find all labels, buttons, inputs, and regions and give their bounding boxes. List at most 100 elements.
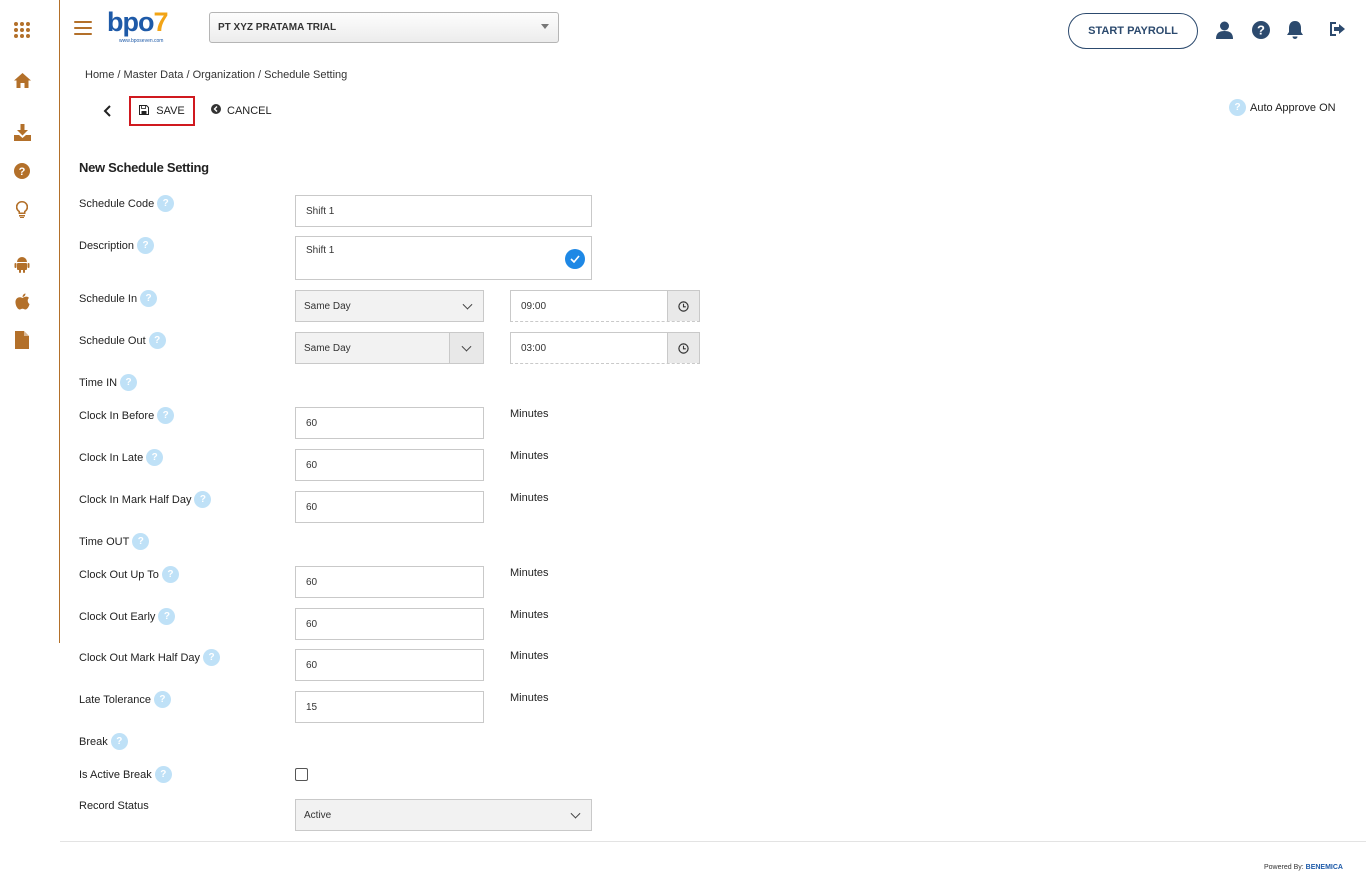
minutes-unit: Minutes [510,692,549,704]
schedule-in-label: Schedule In? [79,290,158,307]
footer-divider [60,841,1366,842]
bpo7-logo[interactable]: bpo7 www.bposeven.com [107,7,187,51]
menu-hamburger-icon[interactable] [74,21,92,35]
record-status-label: Record Status [79,800,149,812]
save-label: SAVE [156,105,185,117]
description-value: Shift 1 [306,245,335,256]
check-circle-icon [565,249,585,269]
schedule-out-time-input[interactable]: 03:00 [510,332,700,364]
help-icon[interactable]: ? [157,407,175,424]
help-icon[interactable]: ? [157,195,175,212]
help-icon[interactable]: ? [158,608,176,625]
help-icon[interactable]: ? [137,237,155,254]
caret-down-icon [541,24,549,29]
clock-in-half-day-label: Clock In Mark Half Day? [79,491,212,508]
schedule-out-time-value: 03:00 [521,342,547,354]
cancel-label: CANCEL [227,104,272,117]
user-icon[interactable] [1216,21,1234,39]
document-icon[interactable] [11,329,33,351]
help-icon[interactable]: ? [203,649,221,666]
lightbulb-icon[interactable] [11,198,33,220]
apple-icon[interactable] [11,290,33,312]
help-icon[interactable]: ? [146,449,164,466]
clock-in-late-input[interactable]: 60 [295,449,484,481]
breadcrumb[interactable]: Home / Master Data / Organization / Sche… [85,69,347,81]
minutes-unit: Minutes [510,650,549,662]
help-icon[interactable]: ? [154,766,172,783]
save-button[interactable]: SAVE [129,96,195,126]
help-icon[interactable]: ? [148,332,166,349]
start-payroll-button[interactable]: START PAYROLL [1068,13,1198,49]
is-active-break-label: Is Active Break? [79,766,172,783]
circle-arrow-left-icon [211,104,221,117]
company-name: PT XYZ PRATAMA TRIAL [218,22,337,33]
clock-out-half-day-label: Clock Out Mark Half Day? [79,649,221,666]
company-select[interactable]: PT XYZ PRATAMA TRIAL [209,12,559,43]
clock-icon[interactable] [667,291,699,321]
help-icon[interactable]: ? [132,533,150,550]
chevron-down-icon [462,299,473,310]
back-chevron-icon[interactable] [101,104,115,118]
help-icon[interactable]: ? [140,290,158,307]
clock-in-before-label: Clock In Before? [79,407,175,424]
help-icon[interactable]: ? [161,566,179,583]
help-icon[interactable]: ? [194,491,212,508]
schedule-code-input[interactable]: Shift 1 [295,195,592,227]
auto-approve-label: Auto Approve ON [1250,101,1336,114]
help-icon[interactable]: ? [110,733,128,750]
clock-icon[interactable] [667,333,699,363]
description-textarea[interactable]: Shift 1 [295,236,592,280]
download-icon[interactable] [11,121,33,143]
clock-out-early-input[interactable]: 60 [295,608,484,640]
minutes-unit: Minutes [510,492,549,504]
page-title: New Schedule Setting [79,160,209,175]
help-circle-icon[interactable]: ? [11,160,33,182]
schedule-in-time-input[interactable]: 09:00 [510,290,700,322]
svg-text:?: ? [1257,23,1265,38]
minutes-unit: Minutes [510,450,549,462]
minutes-unit: Minutes [510,609,549,621]
bell-icon[interactable] [1286,21,1304,39]
schedule-out-label: Schedule Out? [79,332,166,349]
break-label: Break? [79,733,128,750]
description-label: Description? [79,237,155,254]
time-out-label: Time OUT? [79,533,150,550]
schedule-in-time-value: 09:00 [521,300,547,312]
clock-out-up-to-input[interactable]: 60 [295,566,484,598]
auto-approve-status: ? Auto Approve ON [1226,99,1336,116]
help-icon[interactable]: ? [1252,21,1270,39]
benemica-logo[interactable]: BENEMICA [1306,864,1343,871]
clock-in-before-input[interactable]: 60 [295,407,484,439]
help-icon[interactable]: ? [1229,99,1246,116]
logout-icon[interactable] [1329,21,1347,39]
schedule-out-day-value: Same Day [304,342,351,354]
record-status-value: Active [304,809,332,821]
clock-out-early-label: Clock Out Early? [79,608,176,625]
apps-grid-icon[interactable] [11,19,33,41]
rail-divider [59,0,60,643]
minutes-unit: Minutes [510,408,549,420]
schedule-in-day-value: Same Day [304,300,351,312]
floppy-disk-icon [139,104,150,118]
android-icon[interactable] [11,253,33,275]
clock-in-late-label: Clock In Late? [79,449,164,466]
dropdown-toggle[interactable] [449,333,483,363]
cancel-button[interactable]: CANCEL [211,104,272,117]
powered-by: Powered By: BENEMICA [1264,864,1343,871]
clock-out-up-to-label: Clock Out Up To? [79,566,179,583]
help-icon[interactable]: ? [120,374,138,391]
home-icon[interactable] [11,69,33,91]
is-active-break-checkbox[interactable] [295,768,308,781]
record-status-select[interactable]: Active [295,799,592,831]
late-tolerance-label: Late Tolerance? [79,691,171,708]
clock-in-half-day-input[interactable]: 60 [295,491,484,523]
late-tolerance-input[interactable]: 15 [295,691,484,723]
chevron-down-icon [570,808,581,819]
help-icon[interactable]: ? [153,691,171,708]
minutes-unit: Minutes [510,567,549,579]
schedule-in-day-select[interactable]: Same Day [295,290,484,322]
schedule-code-label: Schedule Code? [79,195,175,212]
schedule-out-day-select[interactable]: Same Day [295,332,484,364]
left-rail: ? [0,0,46,894]
clock-out-half-day-input[interactable]: 60 [295,649,484,681]
